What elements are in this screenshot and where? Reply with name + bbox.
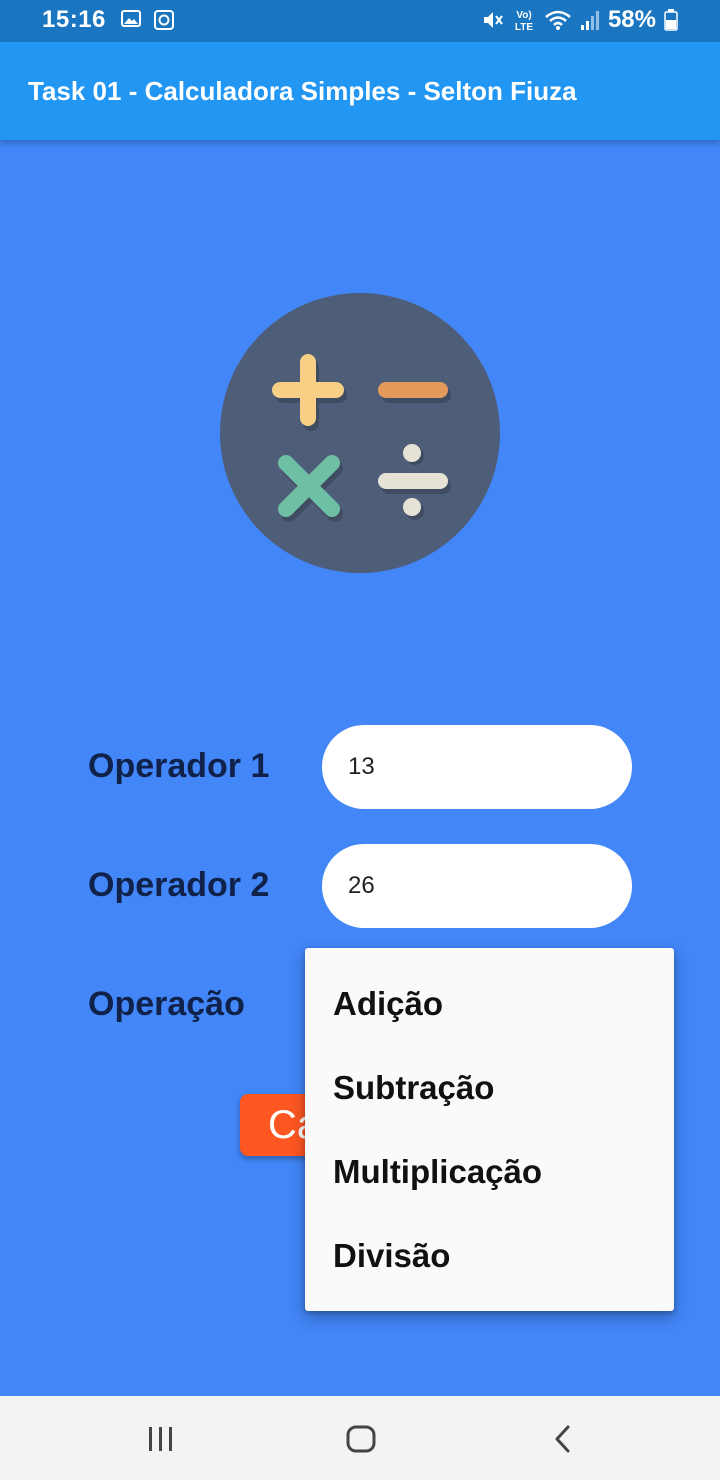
- calculator-operations-icon: [220, 293, 500, 573]
- status-time: 15:16: [42, 6, 106, 33]
- logo-circle: [220, 293, 500, 573]
- navigation-bar: [0, 1396, 720, 1480]
- status-indicators: Vo) LTE 58%: [482, 6, 678, 34]
- back-icon[interactable]: [552, 1425, 574, 1453]
- menu-item-subtracao[interactable]: Subtração: [305, 1046, 674, 1130]
- menu-item-adicao[interactable]: Adição: [305, 962, 674, 1046]
- operador2-label: Operador 2: [88, 866, 270, 904]
- home-icon[interactable]: [346, 1425, 376, 1453]
- wifi-icon: [545, 10, 571, 30]
- menu-item-divisao[interactable]: Divisão: [305, 1214, 674, 1298]
- operador1-input[interactable]: [322, 725, 632, 809]
- mute-icon: [483, 12, 503, 28]
- operador2-input[interactable]: [322, 844, 632, 928]
- battery-icon: [664, 9, 678, 31]
- svg-text:Vo): Vo): [516, 10, 531, 21]
- app-bar: Task 01 - Calculadora Simples - Selton F…: [0, 42, 720, 140]
- app-title: Task 01 - Calculadora Simples - Selton F…: [28, 76, 577, 106]
- status-bar: 15:16 Vo) LTE 58%: [0, 0, 720, 42]
- battery-percent: 58%: [607, 6, 656, 33]
- operador1-label: Operador 1: [88, 747, 270, 785]
- menu-item-multiplicacao[interactable]: Multiplicação: [305, 1130, 674, 1214]
- volte-icon: Vo) LTE: [515, 10, 533, 33]
- svg-text:LTE: LTE: [515, 22, 533, 33]
- image-icon: [121, 10, 141, 27]
- operacao-label: Operação: [88, 985, 245, 1023]
- recents-icon[interactable]: [146, 1426, 176, 1452]
- signal-icon: [580, 11, 599, 30]
- minus-symbol: [378, 382, 451, 403]
- sync-icon: [154, 10, 174, 30]
- operation-dropdown-menu: Adição Subtração Multiplicação Divisão: [305, 948, 674, 1311]
